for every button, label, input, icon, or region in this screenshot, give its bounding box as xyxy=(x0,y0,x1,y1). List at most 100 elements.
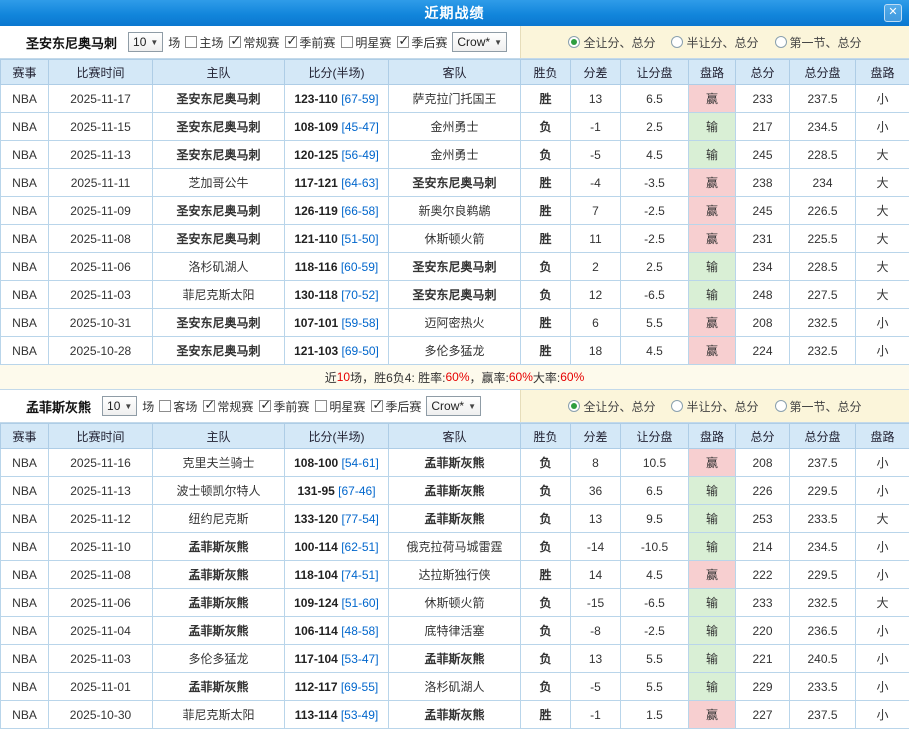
handicap-line-cell: 4.5 xyxy=(621,337,689,365)
checkbox-playoffs[interactable]: 季后赛 xyxy=(397,34,447,51)
away-team-cell[interactable]: 休斯顿火箭 xyxy=(389,225,521,253)
games-count-select[interactable]: 10▼ xyxy=(102,396,137,416)
checkbox-allstar[interactable]: 明星赛 xyxy=(315,398,365,415)
league-cell: NBA xyxy=(1,85,49,113)
away-team-cell[interactable]: 迈阿密热火 xyxy=(389,309,521,337)
game-row: NBA 2025-11-01 孟菲斯灰熊 112-117 [69-55] 洛杉矶… xyxy=(1,673,909,701)
result-cell: 负 xyxy=(521,645,571,673)
over-under-cell: 小 xyxy=(856,533,909,561)
home-team-cell[interactable]: 圣安东尼奥马刺 xyxy=(153,85,285,113)
checkbox-box-icon xyxy=(203,400,215,412)
close-button[interactable]: ✕ xyxy=(884,4,902,22)
handicap-line-cell: -2.5 xyxy=(621,197,689,225)
away-team-cell[interactable]: 圣安东尼奥马刺 xyxy=(389,281,521,309)
over-under-cell: 大 xyxy=(856,197,909,225)
handicap-line-cell: 6.5 xyxy=(621,477,689,505)
league-cell: NBA xyxy=(1,701,49,729)
home-team-cell[interactable]: 菲尼克斯太阳 xyxy=(153,281,285,309)
away-team-cell[interactable]: 孟菲斯灰熊 xyxy=(389,645,521,673)
radio-first-quarter-total[interactable]: 第一节、总分 xyxy=(775,34,862,51)
home-team-cell[interactable]: 孟菲斯灰熊 xyxy=(153,533,285,561)
game-row: NBA 2025-11-17 圣安东尼奥马刺 123-110 [67-59] 萨… xyxy=(1,85,909,113)
home-team-cell[interactable]: 圣安东尼奥马刺 xyxy=(153,309,285,337)
handicap-line-cell: -2.5 xyxy=(621,225,689,253)
score-cell: 107-101 [59-58] xyxy=(285,309,389,337)
games-count-value: 10 xyxy=(107,399,120,413)
league-cell: NBA xyxy=(1,169,49,197)
home-team-cell[interactable]: 孟菲斯灰熊 xyxy=(153,617,285,645)
home-team-cell[interactable]: 孟菲斯灰熊 xyxy=(153,673,285,701)
handicap-result-cell: 输 xyxy=(689,645,736,673)
checkbox-away-games[interactable]: 客场 xyxy=(159,398,197,415)
away-team-cell[interactable]: 洛杉矶湖人 xyxy=(389,673,521,701)
total-points-cell: 233 xyxy=(736,589,790,617)
away-team-cell[interactable]: 金州勇士 xyxy=(389,141,521,169)
checkbox-playoffs[interactable]: 季后赛 xyxy=(371,398,421,415)
away-team-cell[interactable]: 金州勇士 xyxy=(389,113,521,141)
league-cell: NBA xyxy=(1,449,49,477)
odds-company-select[interactable]: Crow*▼ xyxy=(452,32,507,52)
home-team-cell[interactable]: 波士顿凯尔特人 xyxy=(153,477,285,505)
home-team-cell[interactable]: 纽约尼克斯 xyxy=(153,505,285,533)
final-score: 131-95 xyxy=(297,484,334,498)
home-team-cell[interactable]: 菲尼克斯太阳 xyxy=(153,701,285,729)
home-team-cell[interactable]: 圣安东尼奥马刺 xyxy=(153,113,285,141)
date-cell: 2025-11-17 xyxy=(49,85,153,113)
total-line-cell: 240.5 xyxy=(790,645,856,673)
away-team-cell[interactable]: 底特律活塞 xyxy=(389,617,521,645)
chevron-down-icon: ▼ xyxy=(494,38,502,47)
checkbox-regular-season[interactable]: 常规赛 xyxy=(203,398,253,415)
odds-company-select[interactable]: Crow*▼ xyxy=(426,396,481,416)
home-team-cell[interactable]: 多伦多猛龙 xyxy=(153,645,285,673)
point-diff-cell: -5 xyxy=(571,141,621,169)
away-team-cell[interactable]: 新奥尔良鹈鹕 xyxy=(389,197,521,225)
home-team-cell[interactable]: 芝加哥公牛 xyxy=(153,169,285,197)
radio-first-quarter-total[interactable]: 第一节、总分 xyxy=(775,398,862,415)
game-row: NBA 2025-11-11 芝加哥公牛 117-121 [64-63] 圣安东… xyxy=(1,169,909,197)
total-points-cell: 208 xyxy=(736,309,790,337)
away-team-cell[interactable]: 萨克拉门托国王 xyxy=(389,85,521,113)
handicap-line-cell: 5.5 xyxy=(621,645,689,673)
radio-dot-icon xyxy=(568,36,580,48)
away-team-cell[interactable]: 达拉斯独行侠 xyxy=(389,561,521,589)
home-team-cell[interactable]: 孟菲斯灰熊 xyxy=(153,589,285,617)
home-team-cell[interactable]: 克里夫兰骑士 xyxy=(153,449,285,477)
checkbox-box-icon xyxy=(315,400,327,412)
home-team-cell[interactable]: 圣安东尼奥马刺 xyxy=(153,197,285,225)
away-team-cell[interactable]: 多伦多猛龙 xyxy=(389,337,521,365)
odds-company-value: Crow* xyxy=(431,399,464,413)
checkbox-regular-season[interactable]: 常规赛 xyxy=(229,34,279,51)
checkbox-home-games[interactable]: 主场 xyxy=(185,34,223,51)
home-team-cell[interactable]: 孟菲斯灰熊 xyxy=(153,561,285,589)
checkbox-preseason[interactable]: 季前赛 xyxy=(285,34,335,51)
away-team-cell[interactable]: 孟菲斯灰熊 xyxy=(389,505,521,533)
checkbox-allstar[interactable]: 明星赛 xyxy=(341,34,391,51)
game-row: NBA 2025-10-28 圣安东尼奥马刺 121-103 [69-50] 多… xyxy=(1,337,909,365)
home-team-cell[interactable]: 洛杉矶湖人 xyxy=(153,253,285,281)
radio-half-handicap-total[interactable]: 半让分、总分 xyxy=(671,34,758,51)
home-team-cell[interactable]: 圣安东尼奥马刺 xyxy=(153,225,285,253)
league-cell: NBA xyxy=(1,113,49,141)
home-team-cell[interactable]: 圣安东尼奥马刺 xyxy=(153,141,285,169)
score-cell: 123-110 [67-59] xyxy=(285,85,389,113)
away-team-cell[interactable]: 孟菲斯灰熊 xyxy=(389,701,521,729)
final-score: 113-114 xyxy=(295,708,338,722)
checkbox-preseason[interactable]: 季前赛 xyxy=(259,398,309,415)
away-team-cell[interactable]: 圣安东尼奥马刺 xyxy=(389,169,521,197)
away-team-cell[interactable]: 俄克拉荷马城雷霆 xyxy=(389,533,521,561)
final-score: 133-120 xyxy=(294,512,338,526)
home-team-cell[interactable]: 圣安东尼奥马刺 xyxy=(153,337,285,365)
game-row: NBA 2025-11-03 多伦多猛龙 117-104 [53-47] 孟菲斯… xyxy=(1,645,909,673)
away-team-cell[interactable]: 孟菲斯灰熊 xyxy=(389,477,521,505)
league-cell: NBA xyxy=(1,309,49,337)
point-diff-cell: 6 xyxy=(571,309,621,337)
handicap-result-cell: 赢 xyxy=(689,197,736,225)
away-team-cell[interactable]: 圣安东尼奥马刺 xyxy=(389,253,521,281)
radio-full-handicap-total[interactable]: 全让分、总分 xyxy=(568,34,655,51)
radio-full-handicap-total[interactable]: 全让分、总分 xyxy=(568,398,655,415)
radio-half-handicap-total[interactable]: 半让分、总分 xyxy=(671,398,758,415)
away-team-cell[interactable]: 休斯顿火箭 xyxy=(389,589,521,617)
away-team-cell[interactable]: 孟菲斯灰熊 xyxy=(389,449,521,477)
handicap-line-cell: 1.5 xyxy=(621,701,689,729)
games-count-select[interactable]: 10▼ xyxy=(128,32,163,52)
